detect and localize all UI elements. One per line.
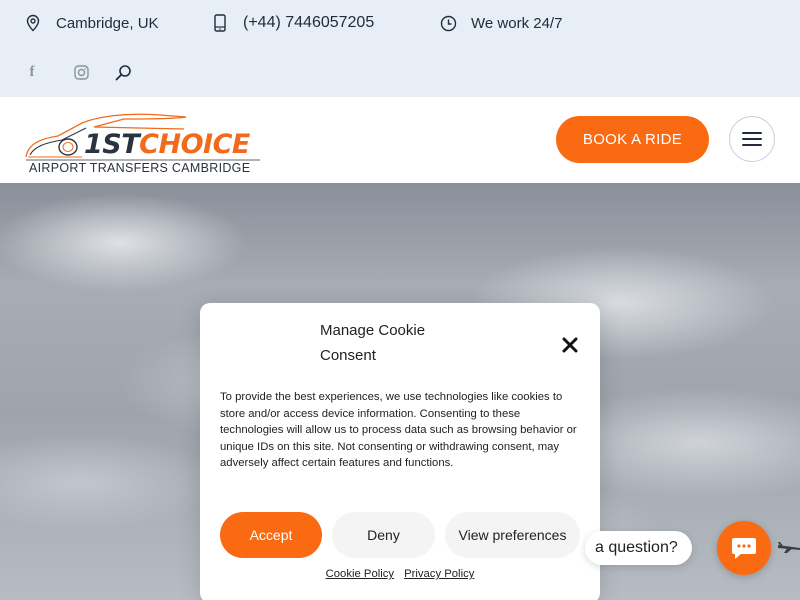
- deny-button[interactable]: Deny: [332, 512, 435, 558]
- site-logo[interactable]: 1STCHOICE AIRPORT TRANSFERS CAMBRIDGE: [24, 105, 264, 177]
- view-preferences-button[interactable]: View preferences: [445, 512, 580, 558]
- search-icon[interactable]: [114, 62, 132, 82]
- cookie-policy-link[interactable]: Cookie Policy: [326, 568, 394, 580]
- phone-icon: [211, 14, 229, 32]
- map-pin-icon: [24, 14, 42, 32]
- cookie-dialog-text: To provide the best experiences, we use …: [220, 391, 577, 469]
- close-icon[interactable]: [558, 333, 582, 357]
- phone-info[interactable]: (+44) 7446057205: [211, 12, 374, 34]
- facebook-icon[interactable]: f: [24, 62, 40, 82]
- chat-launcher-button[interactable]: [717, 521, 771, 575]
- airplane-icon: [778, 542, 800, 553]
- cookie-consent-dialog: Manage Cookie Consent To provide the bes…: [200, 303, 600, 600]
- clock-icon: [439, 14, 457, 32]
- hamburger-menu-button[interactable]: [729, 116, 775, 162]
- hours-info: We work 24/7: [439, 12, 562, 34]
- cookie-dialog-title: Manage Cookie Consent: [320, 322, 426, 364]
- logo-tagline: AIRPORT TRANSFERS CAMBRIDGE: [29, 161, 251, 175]
- hours-text: We work 24/7: [471, 14, 563, 32]
- location-text: Cambridge, UK: [56, 14, 159, 32]
- chat-prompt-bubble[interactable]: a question?: [585, 531, 692, 565]
- privacy-policy-link[interactable]: Privacy Policy: [404, 568, 474, 580]
- book-a-ride-button[interactable]: BOOK A RIDE: [556, 116, 709, 163]
- phone-text[interactable]: (+44) 7446057205: [243, 14, 374, 32]
- logo-wordmark-second: CHOICE: [139, 129, 250, 160]
- instagram-icon[interactable]: [72, 62, 90, 82]
- cookie-policy-links: Cookie Policy Privacy Policy: [200, 568, 600, 580]
- chat-icon: [732, 538, 756, 559]
- site-header: 1STCHOICE AIRPORT TRANSFERS CAMBRIDGE BO…: [0, 97, 800, 183]
- hamburger-icon: [742, 132, 762, 134]
- location-info: Cambridge, UK: [24, 12, 159, 34]
- logo-wordmark-first: 1ST: [84, 129, 140, 160]
- top-info-bar: Cambridge, UK (+44) 7446057205 We work 2…: [0, 0, 800, 97]
- logo-wordmark: 1STCHOICE: [84, 129, 250, 160]
- accept-button[interactable]: Accept: [220, 512, 322, 558]
